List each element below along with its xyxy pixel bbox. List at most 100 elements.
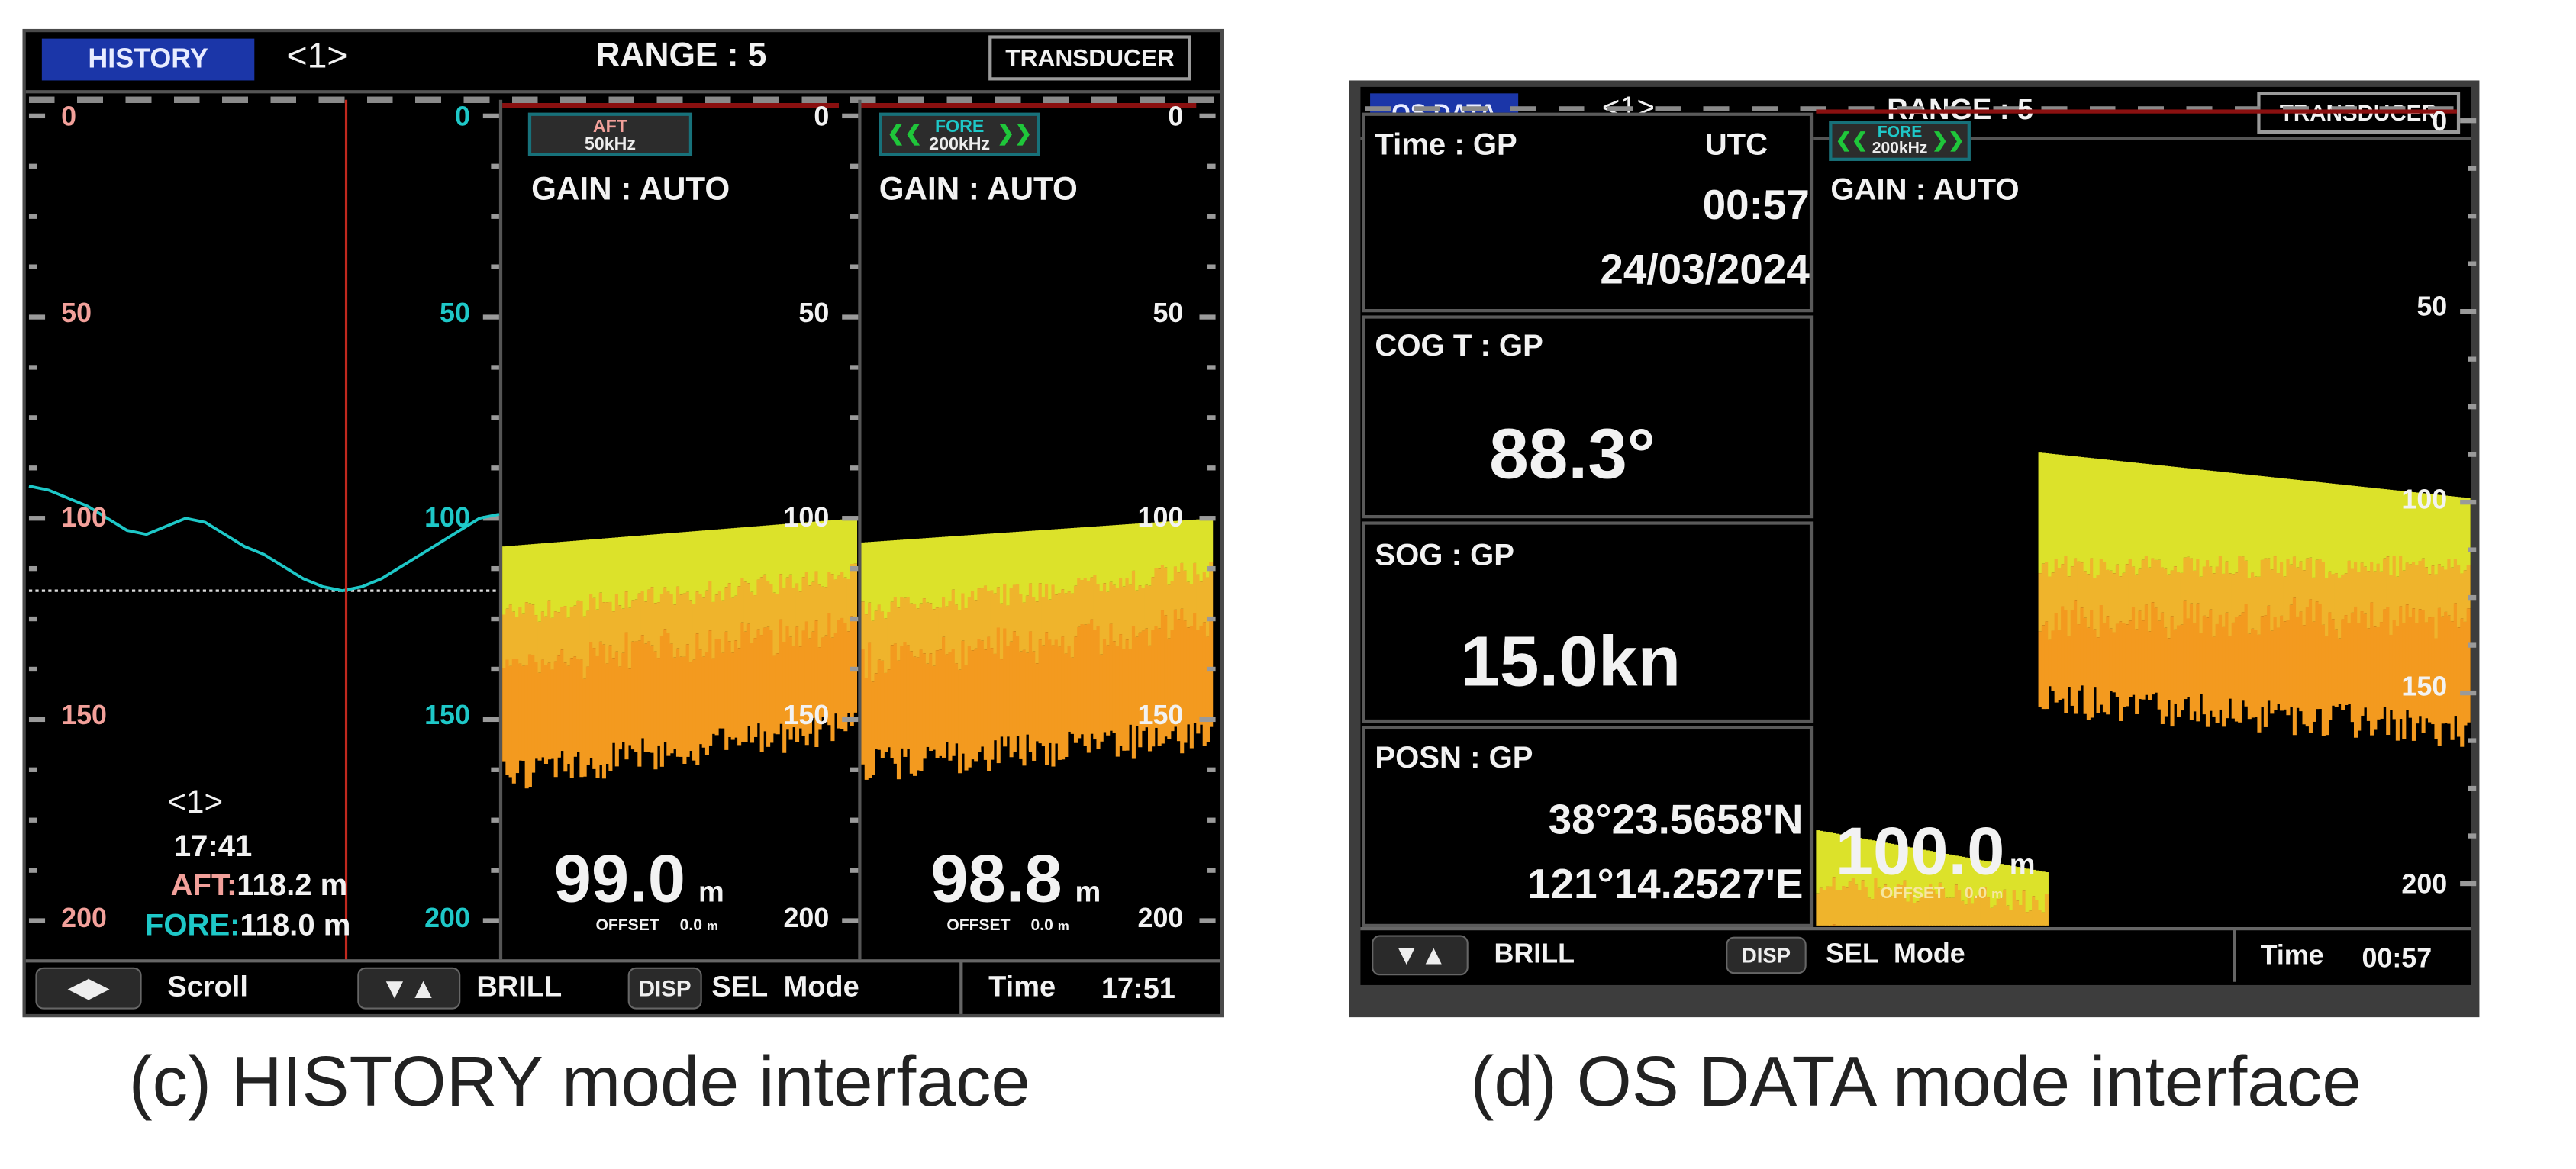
cursor-time: 17:41 — [173, 830, 253, 865]
depth-tick — [1207, 214, 1216, 219]
depth-tick — [842, 516, 859, 521]
clock-value: 00:57 — [2362, 943, 2433, 974]
depth-unit: m — [2009, 848, 2036, 881]
osdata-echogram — [1816, 109, 2477, 926]
depth-tick — [842, 314, 859, 320]
depth-tick — [1207, 666, 1216, 672]
sel-mode-label: SEL Mode — [1826, 938, 1965, 969]
time-zone: UTC — [1704, 128, 1768, 163]
transducer-button[interactable]: TRANSDUCER — [988, 35, 1191, 81]
aft-label: AFT: — [170, 869, 237, 903]
footer-divider — [25, 959, 1220, 963]
scale-label: 50 — [61, 298, 92, 329]
osdata-offset: OFFSET 0.0 m — [1881, 885, 2003, 903]
depth-tick — [28, 163, 37, 169]
depth-tick — [28, 616, 37, 622]
scroll-key[interactable]: ◀ ▶ — [35, 967, 142, 1010]
brill-key[interactable]: ▼ ▲ — [1372, 935, 1469, 976]
depth-tick — [491, 666, 499, 672]
depth-tick — [28, 214, 37, 219]
depth-tick — [850, 214, 859, 219]
history-mode-button[interactable]: HISTORY — [41, 38, 255, 81]
depth-tick — [28, 314, 46, 320]
utc-time: 00:57 — [1702, 180, 1810, 229]
depth-tick — [1207, 163, 1216, 169]
depth-tick — [2460, 881, 2477, 887]
scale-label: 100 — [2401, 484, 2448, 515]
depth-tick — [491, 767, 499, 772]
scale-label: 200 — [424, 903, 470, 934]
depth-tick — [28, 264, 37, 269]
caption-history: (c) HISTORY mode interface — [128, 1042, 1030, 1122]
depth-tick — [2468, 738, 2477, 743]
depth-tick — [850, 817, 859, 823]
scale-label: 0 — [61, 101, 77, 132]
zero-line — [1816, 109, 2457, 114]
clock-label: Time — [988, 970, 1056, 1003]
depth-tick — [2468, 642, 2477, 648]
latitude: 38°23.5658'N — [1548, 795, 1804, 844]
echo-column — [1209, 518, 1214, 562]
depth-tick — [491, 868, 499, 873]
echo-column — [2466, 498, 2471, 565]
depth-tick — [2468, 356, 2477, 362]
depth-unit: m — [698, 875, 724, 908]
aft-frequency-badge[interactable]: AFT 50kHz — [527, 112, 693, 156]
depth-tick — [1199, 314, 1216, 320]
depth-tick — [1207, 264, 1216, 269]
gain-label: GAIN : AUTO — [531, 172, 730, 208]
depth-tick — [850, 565, 859, 572]
arrow-left-icon: ◀ — [69, 975, 89, 1003]
depth-tick — [491, 415, 499, 420]
depth-tick — [1207, 868, 1216, 873]
clock-label: Time — [2260, 939, 2324, 971]
scale-label: 0 — [1168, 101, 1184, 132]
depth-value: 98.8 — [930, 840, 1062, 916]
echo-column — [2044, 894, 2049, 926]
scroll-label: Scroll — [167, 970, 248, 1003]
brill-key[interactable]: ▼ ▲ — [357, 967, 461, 1010]
depth-tick — [1199, 516, 1216, 521]
depth-tick — [1199, 717, 1216, 723]
depth-tick — [850, 415, 859, 420]
depth-tick — [482, 113, 499, 119]
footer-separator — [2233, 929, 2236, 982]
depth-tick — [28, 516, 46, 521]
depth-tick — [2460, 690, 2477, 696]
depth-tick — [2460, 118, 2477, 124]
offset-unit: m — [706, 919, 718, 934]
depth-tick — [1199, 113, 1216, 119]
brill-label: BRILL — [1494, 938, 1575, 969]
depth-tick — [1207, 365, 1216, 370]
aft-depth-readout: 99.0 m — [554, 840, 724, 917]
fore-frequency-badge[interactable]: ❮❮ FORE 200kHz ❯❯ — [1829, 121, 1971, 161]
offset-unit: m — [1057, 919, 1069, 934]
depth-tick — [2468, 452, 2477, 457]
depth-tick — [28, 415, 37, 420]
disp-key[interactable]: DISP — [1726, 936, 1807, 974]
offset-value: 0.0 — [1030, 917, 1053, 936]
disp-key[interactable]: DISP — [627, 967, 702, 1010]
depth-tick — [850, 163, 859, 169]
depth-tick — [28, 565, 37, 572]
sel-mode-label: SEL Mode — [711, 970, 859, 1003]
depth-tick — [850, 767, 859, 772]
scale-label: 50 — [440, 298, 470, 329]
cog-value: 88.3° — [1489, 415, 1656, 494]
depth-tick — [2468, 261, 2477, 266]
depth-tick — [28, 666, 37, 672]
scale-label: 100 — [61, 502, 108, 533]
depth-tick — [491, 565, 499, 572]
arrow-right-icon: ▶ — [89, 975, 108, 1003]
scale-label: 150 — [783, 700, 830, 731]
fore-frequency-badge[interactable]: ❮❮ FORE 200kHz ❯❯ — [879, 112, 1040, 156]
depth-tick — [850, 868, 859, 873]
arrow-up-icon: ▲ — [1420, 939, 1447, 970]
depth-value: 99.0 — [553, 840, 686, 916]
depth-unit: m — [1075, 875, 1101, 908]
offset-label: OFFSET — [595, 917, 659, 936]
depth-tick — [2468, 785, 2477, 791]
depth-tick — [2468, 547, 2477, 552]
depth-tick — [842, 717, 859, 723]
depth-tick — [2460, 499, 2477, 505]
